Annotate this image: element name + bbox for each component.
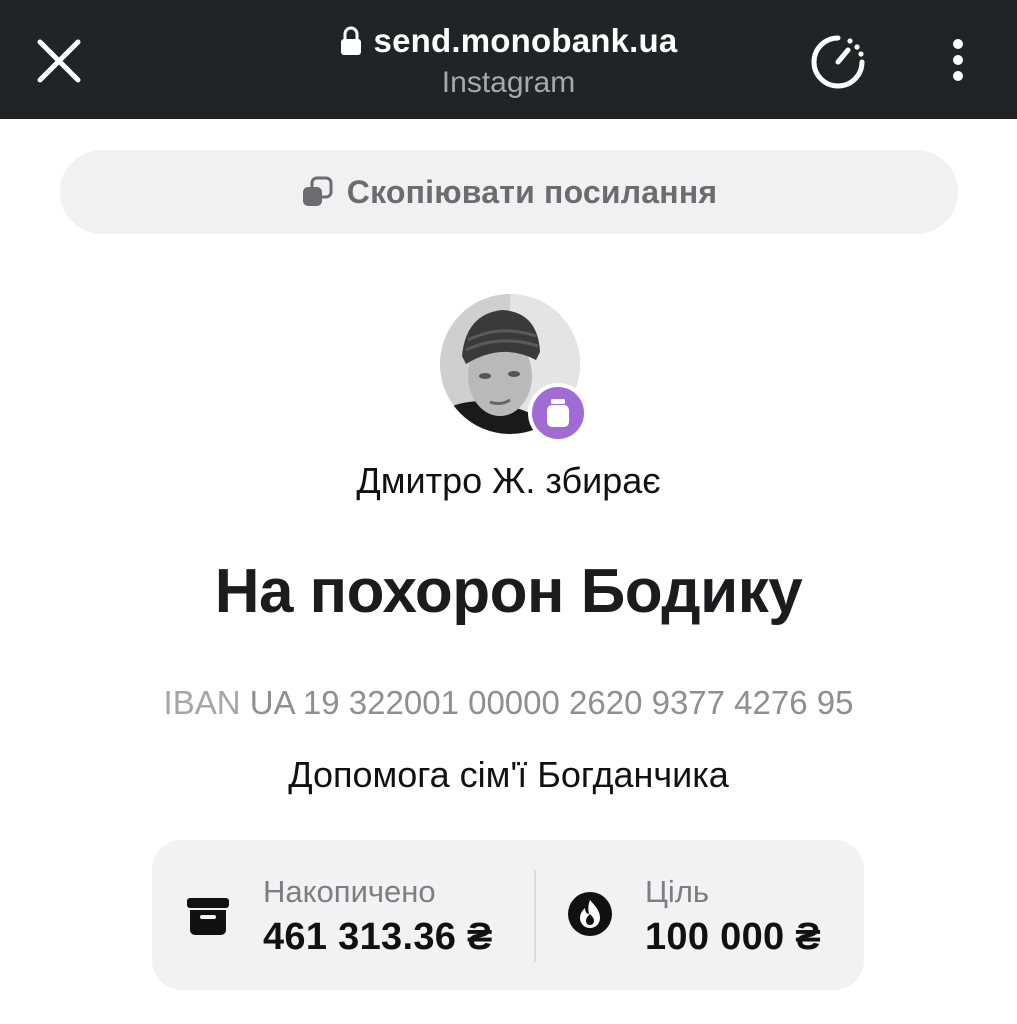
goal-value: 100 000 ₴ [645,916,821,958]
timer-icon [811,35,865,89]
copy-link-label: Скопіювати посилання [346,173,718,210]
collector-text: Дмитро Ж. збирає [356,460,661,501]
collected-value: 461 313.36 ₴ [263,916,493,958]
fire-icon [568,892,612,936]
goal-label: Ціль [645,874,710,909]
lock-icon [340,26,361,55]
iban-row[interactable]: IBAN UA 19 322001 00000 2620 9377 4276 9… [0,684,1017,722]
timer-button[interactable] [806,30,870,94]
jar-description: Допомога сім'ї Богданчика [288,754,729,795]
collected-label: Накопичено [263,874,436,909]
more-options-button[interactable] [936,32,980,92]
stats-card: Накопичено 461 313.36 ₴ Ціль 100 000 ₴ [152,840,864,990]
browser-top-bar: send.monobank.ua Instagram [0,0,1017,119]
iban-label: IBAN [163,684,241,721]
page-title: На похорон Бодику [214,557,803,626]
copy-icon [302,176,333,206]
goal-stat: Ціль 100 000 ₴ [536,840,864,990]
iban-value: UA 19 322001 00000 2620 9377 4276 95 [249,684,854,721]
collected-stat: Накопичено 461 313.36 ₴ [152,840,534,990]
copy-link-button[interactable]: Скопіювати посилання [60,150,958,234]
jar-badge [528,383,588,443]
jar-icon [547,399,569,427]
archive-box-icon [187,898,229,935]
url-text: send.monobank.ua [373,22,678,59]
more-vertical-icon [953,39,963,81]
